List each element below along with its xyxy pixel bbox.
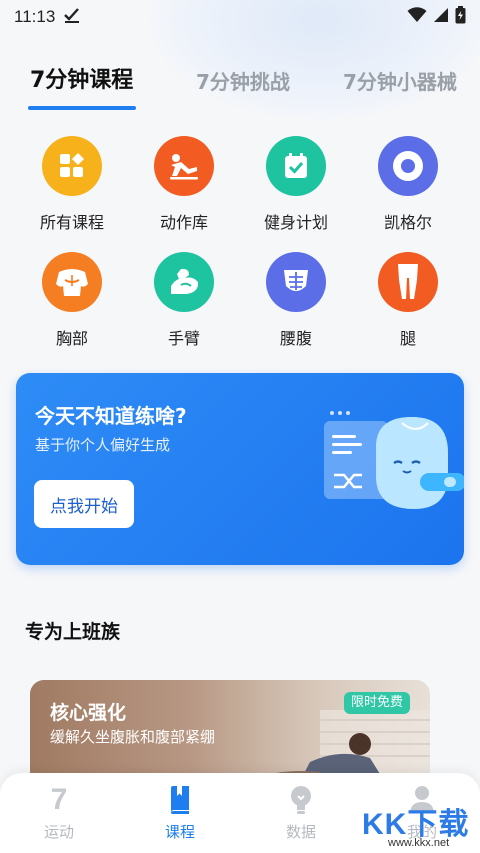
category-arm[interactable]: 手臂 — [129, 252, 239, 349]
category-legs[interactable]: 腿 — [353, 252, 463, 349]
nav-label: 课程 — [164, 823, 195, 841]
personalized-workout-card[interactable]: 今天不知道练啥? 基于你个人偏好生成 点我开始 — [16, 373, 464, 565]
battery-charging-icon — [455, 6, 466, 28]
status-bar: 11:13 — [0, 0, 480, 34]
seven-icon: 7 — [50, 783, 68, 816]
category-label: 胸部 — [55, 329, 88, 348]
exercise-icon — [154, 136, 214, 196]
status-time: 11:13 — [14, 7, 56, 26]
bulb-icon — [261, 785, 341, 817]
category-label: 凯格尔 — [383, 213, 432, 232]
active-tab-indicator — [28, 106, 136, 110]
course-title: 核心强化 — [50, 702, 127, 724]
wifi-icon — [407, 7, 427, 27]
promo-title: 今天不知道练啥? — [35, 404, 187, 428]
nav-sport[interactable]: 7 运动 — [19, 785, 99, 842]
arm-icon — [154, 252, 214, 312]
start-button[interactable]: 点我开始 — [34, 480, 134, 528]
tab-7min-equipment[interactable]: 7分钟小器械 — [343, 66, 457, 95]
free-badge: 限时免费 — [344, 692, 411, 714]
course-tabs: 7分钟课程 7分钟挑战 7分钟小器械 — [0, 62, 480, 112]
nav-data[interactable]: 数据 — [261, 785, 341, 842]
nav-courses[interactable]: 课程 — [140, 785, 220, 842]
section-title: 专为上班族 — [25, 621, 121, 643]
chest-icon — [42, 252, 102, 312]
abs-icon — [266, 252, 326, 312]
promo-subtitle: 基于你个人偏好生成 — [35, 436, 171, 454]
category-label: 所有课程 — [39, 213, 104, 232]
course-subtitle: 缓解久坐腹胀和腹部紧绷 — [50, 728, 216, 746]
legs-icon — [378, 252, 438, 312]
nav-label: 运动 — [43, 823, 74, 841]
status-icons — [407, 6, 466, 28]
book-icon — [140, 785, 220, 817]
target-ring-icon — [378, 136, 438, 196]
category-label: 动作库 — [159, 213, 208, 232]
category-label: 腿 — [399, 329, 416, 348]
category-all-courses[interactable]: 所有课程 — [17, 136, 127, 233]
download-done-icon — [63, 7, 81, 27]
nav-label: 数据 — [285, 823, 316, 841]
signal-icon — [433, 7, 449, 27]
category-label: 腰腹 — [279, 329, 312, 348]
tab-7min-challenge[interactable]: 7分钟挑战 — [196, 66, 290, 95]
tab-7min-course[interactable]: 7分钟课程 — [30, 62, 133, 94]
category-abs[interactable]: 腰腹 — [241, 252, 351, 349]
category-chest[interactable]: 胸部 — [17, 252, 127, 349]
mascot-illustration — [316, 405, 464, 519]
category-kegel[interactable]: 凯格尔 — [353, 136, 463, 233]
calendar-check-icon — [266, 136, 326, 196]
site-watermark: KK下载 www.kkx.net — [358, 797, 478, 853]
category-label: 手臂 — [167, 329, 200, 348]
grid-icon — [42, 136, 102, 196]
category-label: 健身计划 — [263, 213, 328, 232]
watermark-url: www.kkx.net — [388, 837, 450, 849]
category-fitness-plan[interactable]: 健身计划 — [241, 136, 351, 233]
category-exercise-library[interactable]: 动作库 — [129, 136, 239, 233]
